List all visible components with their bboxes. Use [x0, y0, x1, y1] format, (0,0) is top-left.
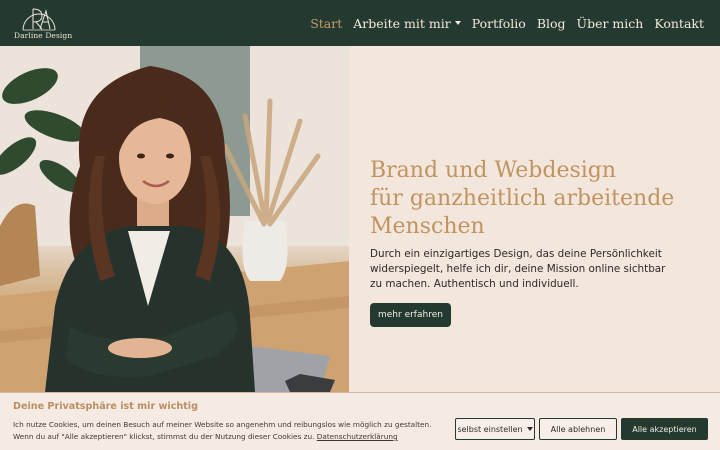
nav-item-start[interactable]: Start [310, 16, 342, 31]
brand-name: Darline Design [14, 31, 73, 40]
site-header: Darline Design Start Arbeite mit mir Por… [0, 0, 720, 46]
nav-item-blog[interactable]: Blog [537, 16, 566, 31]
nav-item-label: Arbeite mit mir [353, 15, 451, 31]
logo-mark-icon [22, 8, 56, 31]
cookie-settings-label: selbst einstellen [457, 424, 523, 434]
hero-title-line: Brand und Webdesign [370, 158, 617, 183]
chevron-down-icon [454, 21, 461, 25]
nav-item-arbeite-mit-mir[interactable]: Arbeite mit mir [353, 15, 461, 31]
cookie-settings-button[interactable]: selbst einstellen [455, 418, 535, 440]
caret-down-icon [526, 427, 533, 431]
brand-logo[interactable]: Darline Design [14, 4, 73, 42]
accept-all-button[interactable]: Alle akzeptieren [621, 418, 708, 440]
mehr-erfahren-button[interactable]: mehr erfahren [370, 303, 451, 327]
hero-title-line: für ganzheitlich arbeitende [370, 186, 675, 211]
hero-description: Durch ein einzigartiges Design, das dein… [370, 248, 666, 290]
main-nav: Start Arbeite mit mir Portfolio Blog Übe… [310, 0, 704, 46]
cookie-text: Ich nutze Cookies, um deinen Besuch auf … [13, 419, 449, 443]
portrait-illustration [0, 46, 349, 392]
hero-title-line: Menschen [370, 214, 485, 239]
nav-item-portfolio[interactable]: Portfolio [472, 16, 526, 31]
hero-photo [0, 46, 349, 392]
nav-item-kontakt[interactable]: Kontakt [654, 16, 704, 31]
cookie-title: Deine Privatsphäre ist mir wichtig [13, 401, 198, 412]
nav-item-ueber-mich[interactable]: Über mich [577, 16, 644, 31]
deny-all-button[interactable]: Alle ablehnen [539, 418, 617, 440]
hero-title: Brand und Webdesign für ganzheitlich arb… [370, 157, 690, 241]
privacy-policy-link[interactable]: Datenschutzerklärung [317, 432, 398, 441]
